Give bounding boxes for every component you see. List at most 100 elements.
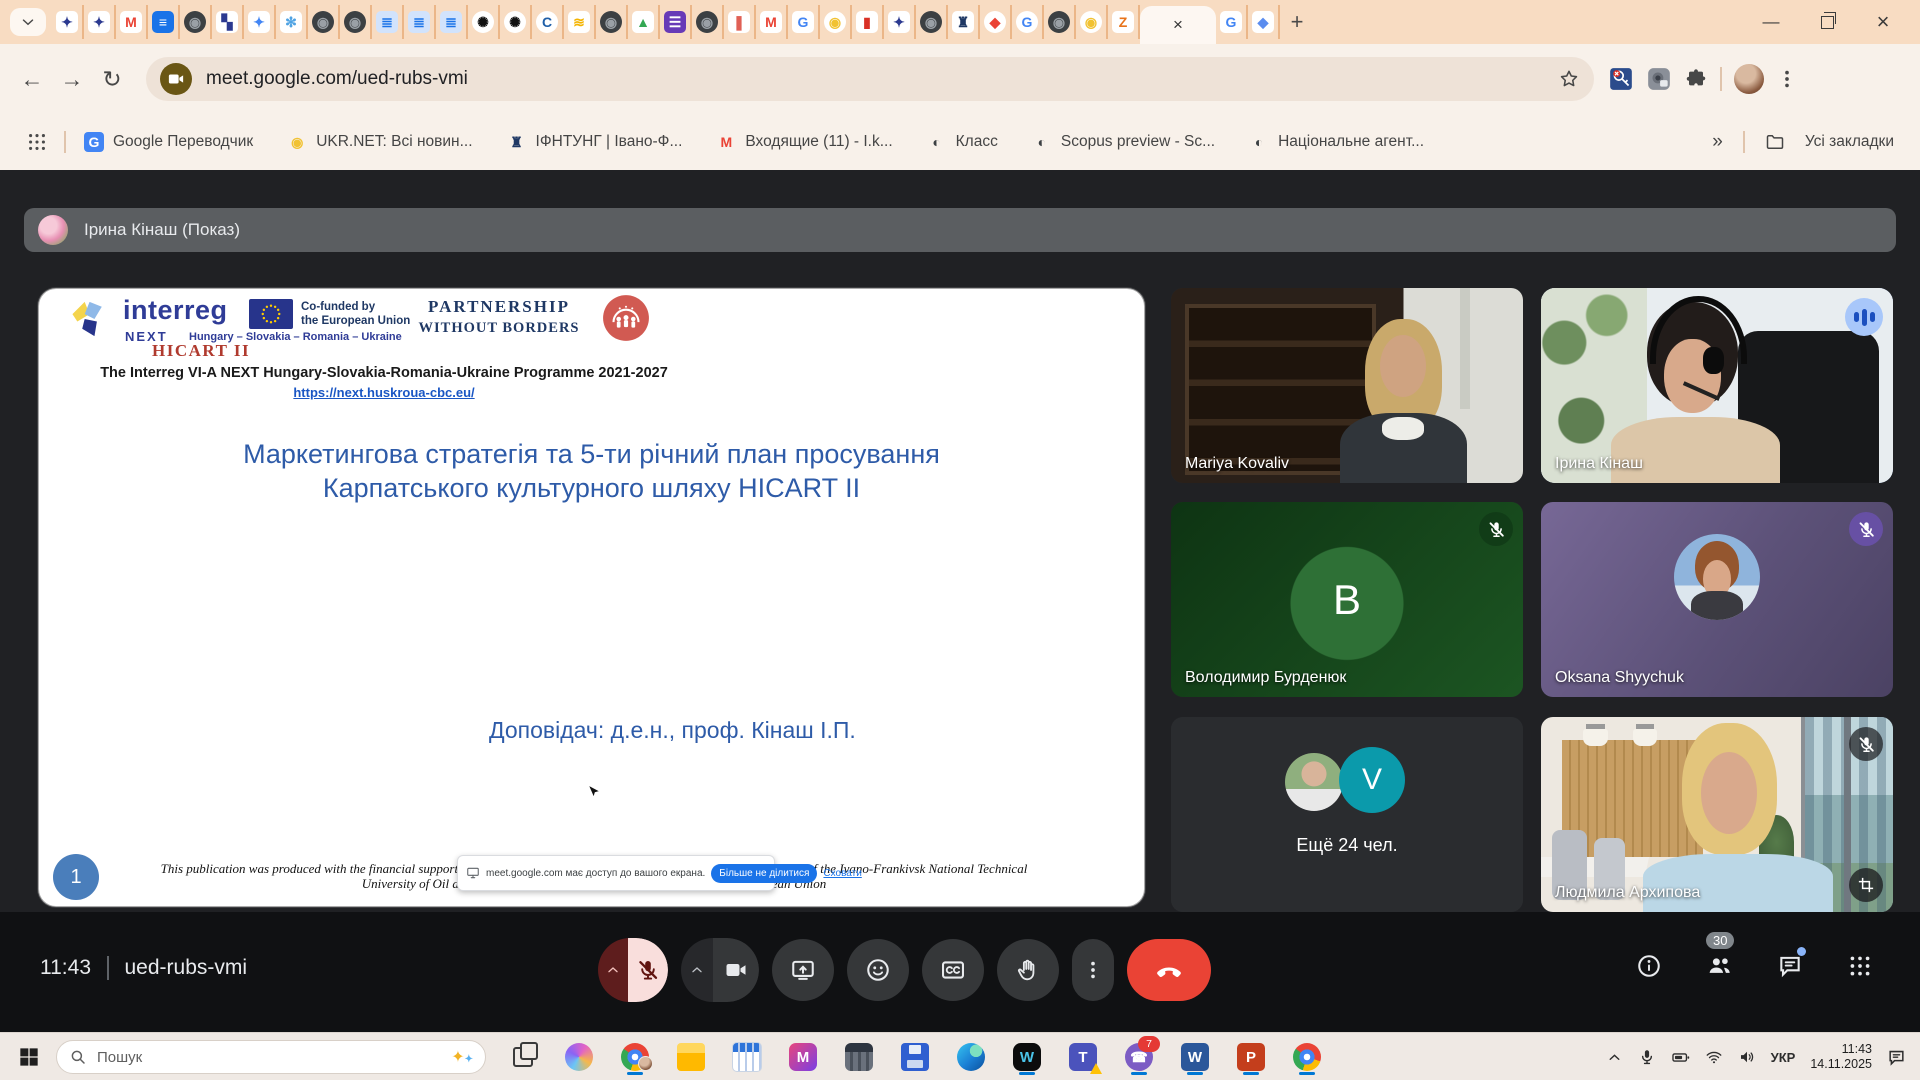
tray-battery-icon[interactable] [1671,1048,1690,1067]
extension-camera-icon[interactable] [1646,66,1672,92]
chat-button[interactable] [1777,953,1803,979]
pinned-tab-gmail-icon[interactable]: M [116,5,148,39]
pinned-tab-openai-icon[interactable]: ✺ [468,5,500,39]
database-app-icon[interactable] [900,1040,930,1074]
extensions-puzzle-icon[interactable] [1684,67,1708,91]
tab-search-button[interactable] [10,8,46,36]
back-icon[interactable]: ← [12,59,52,99]
close-tab-icon[interactable]: × [1173,15,1183,35]
present-screen-button[interactable] [772,939,834,1001]
url-text[interactable]: meet.google.com/ued-rubs-vmi [206,68,1558,90]
file-explorer-icon[interactable] [676,1040,706,1074]
participant-tile-liudmyla[interactable]: Людмила Архипова [1541,717,1893,912]
taskbar-search-input[interactable]: Пошук ✦✦ [56,1040,486,1074]
pinned-tab-purple-list-icon[interactable]: ☰ [660,5,692,39]
activities-grid-button[interactable] [1847,953,1873,979]
bookmarks-overflow-chevron[interactable]: » [1712,131,1723,153]
powerpoint-icon[interactable]: P [1236,1040,1266,1074]
reload-icon[interactable]: ↻ [92,59,132,99]
bookmark-item[interactable]: ◉UKR.NET: Всі новин... [287,132,472,152]
presentation-slide[interactable]: interreg NEXT Hungary – Slovakia – Roman… [38,288,1145,907]
chrome-icon[interactable] [1292,1040,1322,1074]
tray-chevron-up-icon[interactable] [1606,1049,1623,1066]
teams-icon[interactable]: T [1068,1040,1098,1074]
pinned-tab-yellow-emblem-icon[interactable]: ◉ [820,5,852,39]
mic-muted-button[interactable] [628,938,668,1002]
pinned-tab-chrome-dark-icon[interactable]: ◉ [596,5,628,39]
tray-volume-icon[interactable] [1738,1048,1756,1066]
edge-icon[interactable] [956,1040,986,1074]
chrome-icon[interactable] [620,1040,650,1074]
all-bookmarks-label[interactable]: Усі закладки [1805,133,1894,151]
camera-options-chevron[interactable] [681,938,713,1002]
pinned-tab-ms-tiles-icon[interactable]: ▚ [212,5,244,39]
raise-hand-button[interactable] [997,939,1059,1001]
pinned-tab-google-drive-icon[interactable]: ▲ [628,5,660,39]
task-view-icon[interactable] [508,1040,538,1074]
mic-options-chevron[interactable] [598,938,628,1002]
pinned-tab-chrome-dark-icon[interactable]: ◉ [340,5,372,39]
pinned-tab-thermometer-icon[interactable]: ▮ [852,5,884,39]
pinned-tab-google-maps-icon[interactable]: ◆ [980,5,1012,39]
new-tab-button[interactable]: + [1280,5,1314,39]
address-bar[interactable]: meet.google.com/ued-rubs-vmi [146,57,1594,101]
webex-icon[interactable]: W [1012,1040,1042,1074]
meeting-details-button[interactable] [1636,953,1662,979]
extension-keys-icon[interactable] [1608,66,1634,92]
keyboard-language[interactable]: УКР [1771,1050,1796,1065]
apps-grid-icon[interactable] [26,131,48,153]
pinned-tab-google-g-icon[interactable]: G [1012,5,1044,39]
viber-icon[interactable]: ☎7 [1124,1040,1154,1074]
pinned-tab-canat-logo-icon[interactable]: C [532,5,564,39]
minimize-window-icon[interactable]: — [1756,7,1786,37]
pinned-tab-document-icon[interactable]: ≣ [436,5,468,39]
restore-window-icon[interactable] [1812,7,1842,37]
reactions-button[interactable] [847,939,909,1001]
tray-microphone-icon[interactable] [1638,1048,1656,1066]
pinned-tab-yellow-emblem-icon[interactable]: ◉ [1076,5,1108,39]
pinned-tab-gemini-icon[interactable]: ✦ [244,5,276,39]
pinned-tab-education-icon[interactable]: ◆ [1248,5,1280,39]
stop-sharing-button[interactable]: Більше не ділитися [711,864,817,883]
forward-icon[interactable]: → [52,59,92,99]
taskbar-clock[interactable]: 11:4314.11.2025 [1810,1042,1872,1072]
more-participants-tile[interactable]: V Ещё 24 чел. [1171,717,1523,912]
bookmark-item[interactable]: ◐Національне агент... [1249,132,1424,152]
participant-tile-mariya[interactable]: Mariya Kovaliv [1171,288,1523,483]
bookmark-item[interactable]: GGoogle Переводчик [84,132,253,152]
pinned-tab-brand-pinwheel-icon[interactable]: ✦ [84,5,116,39]
profile-avatar[interactable] [1734,64,1764,94]
calendar-icon[interactable] [732,1040,762,1074]
captions-button[interactable] [922,939,984,1001]
participant-tile-oksana[interactable]: Oksana Shyychuk [1541,502,1893,697]
copilot-icon[interactable] [564,1040,594,1074]
pinned-tab-brand-pinwheel-icon[interactable]: ✦ [884,5,916,39]
participant-tile-iryna-speaking[interactable]: Ірина Кінаш [1541,288,1893,483]
pinned-tab-google-translate-icon[interactable]: G [788,5,820,39]
end-call-button[interactable] [1127,939,1211,1001]
pinned-tab-zimbra-mail-icon[interactable]: Z [1108,5,1140,39]
bookmark-star-icon[interactable] [1558,68,1580,90]
slide-hyperlink[interactable]: https://next.huskroua-cbc.eu/ [293,385,474,400]
screen-share-camera-icon[interactable] [160,63,192,95]
active-tab-google-meet[interactable]: × [1140,6,1216,44]
pinned-tab-document-icon[interactable]: ≣ [404,5,436,39]
bookmark-item[interactable]: ◐Класс [927,132,998,152]
more-options-button[interactable] [1072,939,1114,1001]
pinned-tab-globe-icon[interactable]: ◉ [180,5,212,39]
pinned-tab-chrome-dark-icon[interactable]: ◉ [1044,5,1076,39]
bookmark-item[interactable]: ◐Scopus preview - Sc... [1032,132,1215,152]
pinned-tab-openai-icon[interactable]: ✺ [500,5,532,39]
camera-button[interactable] [713,938,759,1002]
pinned-tab-funnel-icon[interactable]: ≋ [564,5,596,39]
participant-tile-volodymyr[interactable]: B Володимир Бурденюк [1171,502,1523,697]
pinned-tab-google-docs-icon[interactable]: ≡ [148,5,180,39]
pinned-tab-gmail-icon[interactable]: M [756,5,788,39]
pinned-tab-chrome-dark-icon[interactable]: ◉ [916,5,948,39]
bookmark-item[interactable]: ♜ІФНТУНГ | Івано-Ф... [507,132,683,152]
crop-pip-icon[interactable] [1849,868,1883,902]
tray-wifi-icon[interactable] [1705,1048,1723,1066]
pinned-tab-blue-badge-icon[interactable]: ✻ [276,5,308,39]
pinned-tab-document-icon[interactable]: ≣ [372,5,404,39]
m365-copilot-icon[interactable]: M [788,1040,818,1074]
